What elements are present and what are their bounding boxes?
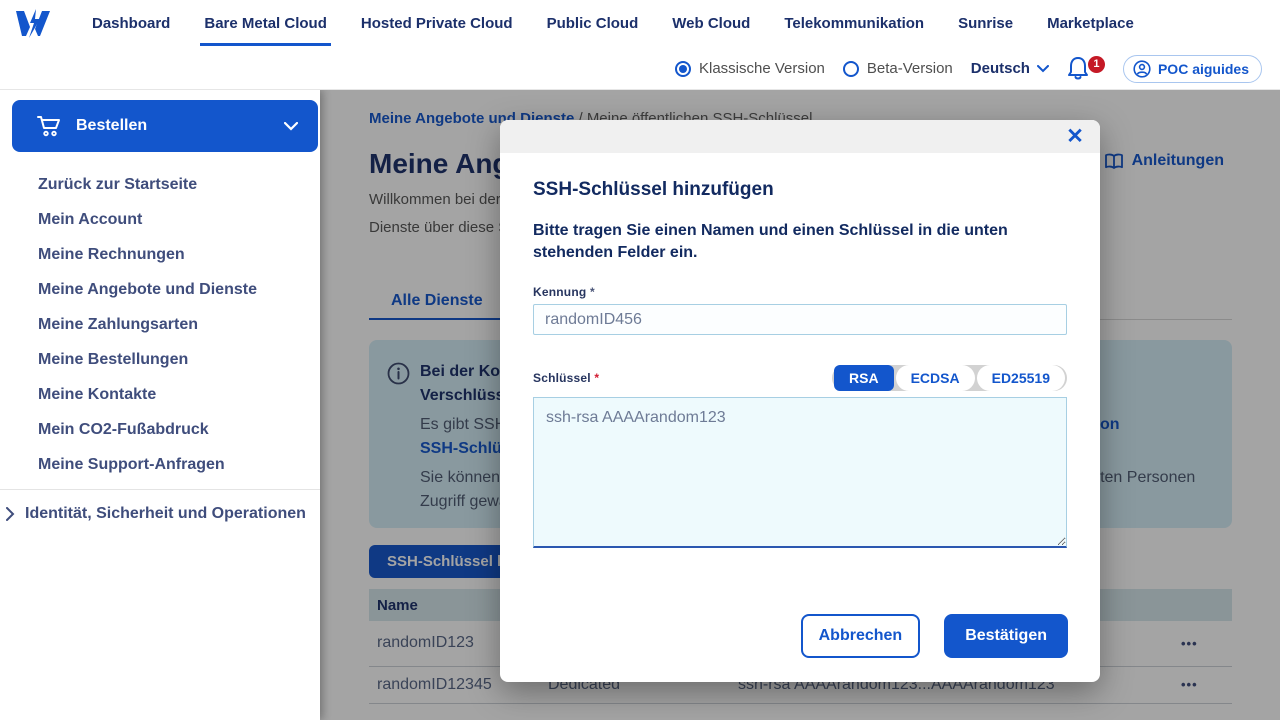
nav-hosted-private-cloud[interactable]: Hosted Private Cloud	[357, 2, 517, 46]
required-marker: *	[590, 285, 595, 299]
key-type-rsa[interactable]: RSA	[834, 365, 894, 391]
nav-telekommunikation[interactable]: Telekommunikation	[780, 2, 928, 46]
nav-marketplace[interactable]: Marketplace	[1043, 2, 1138, 46]
confirm-button[interactable]: Bestätigen	[944, 614, 1068, 658]
notifications-bell[interactable]: 1	[1067, 55, 1105, 83]
bell-icon	[1067, 55, 1089, 81]
language-label: Deutsch	[971, 60, 1030, 77]
key-type-segmented-control: RSA ECDSA ED25519	[832, 365, 1067, 391]
top-header: Dashboard Bare Metal Cloud Hosted Privat…	[0, 0, 1280, 90]
sidebar-item-angebote-dienste[interactable]: Meine Angebote und Dienste	[0, 272, 320, 307]
key-type-ed25519[interactable]: ED25519	[977, 365, 1065, 391]
header-utilities: Klassische Version Beta-Version Deutsch …	[675, 47, 1262, 90]
radio-selected-icon	[675, 61, 691, 77]
user-icon	[1133, 60, 1151, 78]
radio-unselected-icon	[843, 61, 859, 77]
sidebar-menu: Zurück zur Startseite Mein Account Meine…	[0, 167, 320, 532]
modal-title: SSH-Schlüssel hinzufügen	[533, 179, 1067, 201]
radio-beta-version[interactable]: Beta-Version	[843, 60, 953, 77]
sidebar-item-startseite[interactable]: Zurück zur Startseite	[0, 167, 320, 202]
sidebar-item-support[interactable]: Meine Support-Anfragen	[0, 447, 320, 482]
close-icon[interactable]: ✕	[1060, 122, 1090, 152]
cancel-button[interactable]: Abbrechen	[801, 614, 921, 658]
key-field-row: Schlüssel * RSA ECDSA ED25519	[533, 365, 1067, 391]
key-type-ecdsa[interactable]: ECDSA	[896, 365, 975, 391]
sidebar-item-zahlungsarten[interactable]: Meine Zahlungsarten	[0, 307, 320, 342]
nav-public-cloud[interactable]: Public Cloud	[543, 2, 643, 46]
key-field-label: Schlüssel *	[533, 371, 599, 385]
sidebar-divider	[0, 489, 320, 490]
nav-dashboard[interactable]: Dashboard	[88, 2, 174, 46]
primary-nav: Dashboard Bare Metal Cloud Hosted Privat…	[88, 0, 1138, 47]
order-button-label: Bestellen	[76, 117, 147, 135]
radio-classic-version[interactable]: Klassische Version	[675, 60, 825, 77]
radio-classic-label: Klassische Version	[699, 60, 825, 77]
sidebar-item-label: Identität, Sicherheit und Operationen	[25, 505, 306, 523]
user-chip-label: POC aiguides	[1158, 61, 1249, 77]
sidebar-item-co2[interactable]: Mein CO2-Fußabdruck	[0, 412, 320, 447]
key-name-input[interactable]	[533, 304, 1067, 335]
modal-footer: Abbrechen Bestätigen	[801, 614, 1068, 658]
user-menu[interactable]: POC aiguides	[1123, 55, 1262, 83]
chevron-down-icon	[1037, 65, 1049, 73]
order-button[interactable]: Bestellen	[12, 100, 318, 152]
cart-icon	[36, 114, 62, 138]
add-ssh-key-modal: ✕ SSH-Schlüssel hinzufügen Bitte tragen …	[500, 120, 1100, 682]
sidebar: Bestellen Zurück zur Startseite Mein Acc…	[0, 90, 320, 720]
required-marker: *	[594, 371, 599, 385]
language-selector[interactable]: Deutsch	[971, 60, 1049, 77]
sidebar-item-account[interactable]: Mein Account	[0, 202, 320, 237]
notification-badge: 1	[1088, 56, 1105, 73]
radio-beta-label: Beta-Version	[867, 60, 953, 77]
name-field-label: Kennung *	[533, 285, 1067, 299]
nav-sunrise[interactable]: Sunrise	[954, 2, 1017, 46]
ovhcloud-logo[interactable]	[14, 7, 52, 40]
nav-bare-metal-cloud[interactable]: Bare Metal Cloud	[200, 2, 331, 46]
key-value-textarea[interactable]: ssh-rsa AAAArandom123	[533, 397, 1067, 548]
nav-web-cloud[interactable]: Web Cloud	[668, 2, 754, 46]
modal-description: Bitte tragen Sie einen Namen und einen S…	[533, 220, 1048, 264]
sidebar-item-identitaet[interactable]: Identität, Sicherheit und Operationen	[0, 496, 320, 532]
chevron-right-icon	[6, 507, 15, 521]
sidebar-item-bestellungen[interactable]: Meine Bestellungen	[0, 342, 320, 377]
modal-header-strip: ✕	[500, 120, 1100, 153]
chevron-down-icon	[284, 122, 298, 131]
app-window: Dashboard Bare Metal Cloud Hosted Privat…	[0, 0, 1280, 720]
sidebar-item-rechnungen[interactable]: Meine Rechnungen	[0, 237, 320, 272]
sidebar-item-kontakte[interactable]: Meine Kontakte	[0, 377, 320, 412]
